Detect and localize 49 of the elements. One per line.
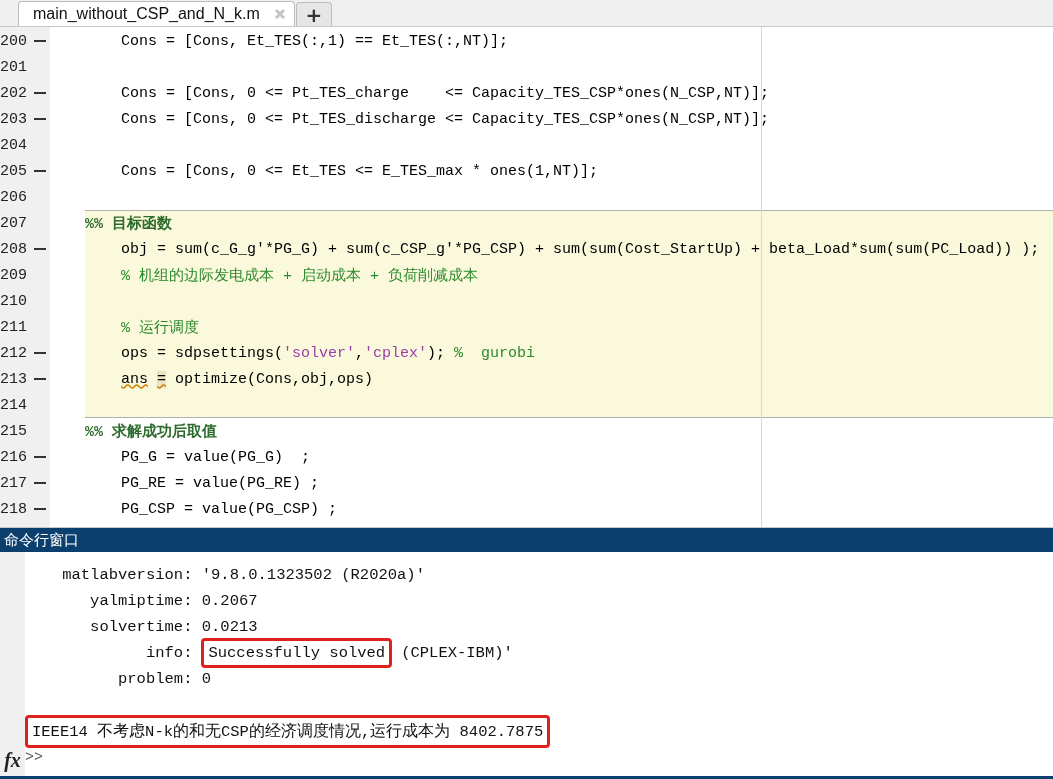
breakpoint-marker[interactable] bbox=[34, 456, 46, 458]
line-number: 208 bbox=[0, 240, 28, 258]
code-line: %% 求解成功后取值 bbox=[85, 422, 218, 443]
breakpoint-marker[interactable] bbox=[34, 482, 46, 484]
breakpoint-marker[interactable] bbox=[34, 92, 46, 94]
line-number: 216 bbox=[0, 448, 28, 466]
code-line: Cons = [Cons, 0 <= Et_TES <= E_TES_max * ones(1,NT)]; bbox=[120, 161, 600, 182]
line-number: 213 bbox=[0, 370, 28, 388]
line-number: 218 bbox=[0, 500, 28, 518]
line-number: 203 bbox=[0, 110, 28, 128]
file-tab[interactable]: main_without_CSP_and_N_k.m bbox=[18, 1, 295, 26]
output-line: solvertime: 0.0213 bbox=[89, 617, 259, 638]
line-number: 204 bbox=[0, 136, 28, 154]
code-line: PG_G = value(PG_G) ; bbox=[120, 447, 312, 468]
breakpoint-marker[interactable] bbox=[34, 40, 46, 42]
line-number: 212 bbox=[0, 344, 28, 362]
new-tab-button[interactable]: + bbox=[295, 2, 332, 26]
line-number: 201 bbox=[0, 58, 28, 76]
code-line: Cons = [Cons, 0 <= Pt_TES_discharge <= Capacity_TES_CSP*ones(N_CSP,NT)]; bbox=[120, 109, 771, 130]
code-line: PG_CSP = value(PG_CSP) ; bbox=[120, 499, 339, 520]
code-line: Cons = [Cons, 0 <= Pt_TES_charge <= Capacity_TES_CSP*ones(N_CSP,NT)]; bbox=[120, 83, 771, 104]
breakpoint-marker[interactable] bbox=[34, 352, 46, 354]
breakpoint-marker[interactable] bbox=[34, 508, 46, 510]
code-editor[interactable] bbox=[0, 27, 1053, 528]
breakpoint-marker[interactable] bbox=[34, 378, 46, 380]
line-number: 206 bbox=[0, 188, 28, 206]
code-line: PG_RE = value(PG_RE) ; bbox=[120, 473, 321, 494]
line-number: 200 bbox=[0, 32, 28, 50]
output-line: problem: 0 bbox=[117, 669, 213, 690]
close-icon[interactable] bbox=[273, 8, 286, 20]
breakpoint-marker[interactable] bbox=[34, 248, 46, 250]
code-line: Cons = [Cons, Et_TES(:,1) == Et_TES(:,NT)]; bbox=[120, 31, 510, 52]
fx-icon[interactable]: fx bbox=[4, 749, 21, 772]
line-number: 207 bbox=[0, 214, 28, 232]
breakpoint-marker[interactable] bbox=[34, 118, 46, 120]
line-number: 210 bbox=[0, 292, 28, 310]
line-number: 209 bbox=[0, 266, 28, 284]
output-line: matlabversion: '9.8.0.1323502 (R2020a)' bbox=[61, 565, 426, 586]
line-number: 202 bbox=[0, 84, 28, 102]
panel-title: 命令行窗口 bbox=[0, 528, 1053, 552]
breakpoint-marker[interactable] bbox=[34, 170, 46, 172]
command-prompt[interactable]: >> bbox=[25, 748, 43, 766]
line-number: 211 bbox=[0, 318, 28, 336]
output-line: info: Successfully solved (CPLEX-IBM)' bbox=[25, 640, 1053, 666]
line-number: 214 bbox=[0, 396, 28, 414]
line-number: 205 bbox=[0, 162, 28, 180]
output-line: yalmiptime: 0.2067 bbox=[89, 591, 259, 612]
line-number: 217 bbox=[0, 474, 28, 492]
line-number: 215 bbox=[0, 422, 28, 440]
